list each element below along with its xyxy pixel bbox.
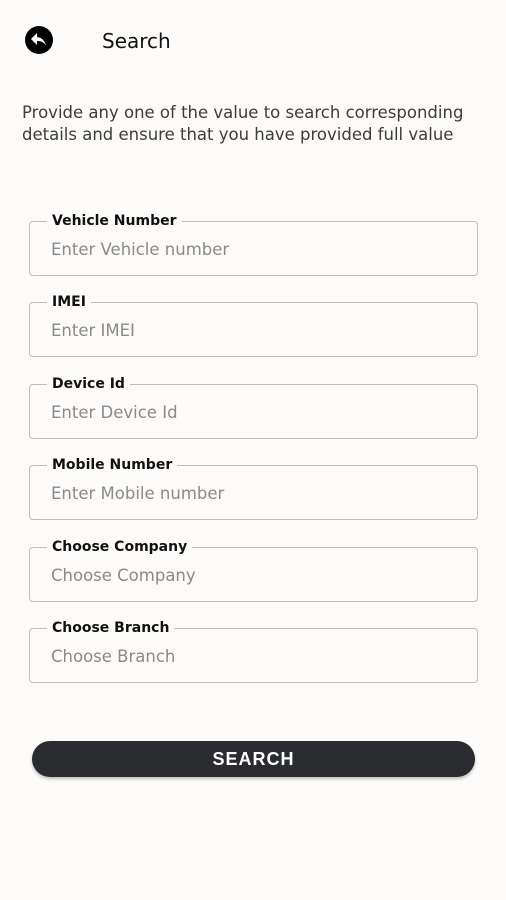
vehicle-number-label: Vehicle Number	[47, 213, 182, 229]
imei-field[interactable]: IMEI	[29, 294, 478, 357]
choose-branch-input[interactable]	[51, 643, 451, 669]
page-title: Search	[102, 29, 171, 53]
choose-company-label: Choose Company	[47, 539, 193, 555]
mobile-number-field[interactable]: Mobile Number	[29, 457, 478, 520]
app-header: Search	[0, 0, 506, 84]
vehicle-number-input[interactable]	[51, 236, 451, 262]
choose-branch-field[interactable]: Choose Branch	[29, 620, 478, 683]
device-id-input[interactable]	[51, 399, 451, 425]
back-button[interactable]	[25, 26, 53, 54]
device-id-field[interactable]: Device Id	[29, 376, 478, 439]
vehicle-number-field[interactable]: Vehicle Number	[29, 213, 478, 276]
choose-branch-label: Choose Branch	[47, 620, 175, 636]
mobile-number-label: Mobile Number	[47, 457, 178, 473]
imei-label: IMEI	[47, 294, 91, 310]
device-id-label: Device Id	[47, 376, 130, 392]
choose-company-input[interactable]	[51, 562, 451, 588]
search-button[interactable]: SEARCH	[32, 741, 475, 777]
choose-company-field[interactable]: Choose Company	[29, 539, 478, 602]
mobile-number-input[interactable]	[51, 480, 451, 506]
search-instructions: Provide any one of the value to search c…	[22, 103, 464, 144]
imei-input[interactable]	[51, 317, 451, 343]
back-arrow-icon	[31, 33, 46, 46]
